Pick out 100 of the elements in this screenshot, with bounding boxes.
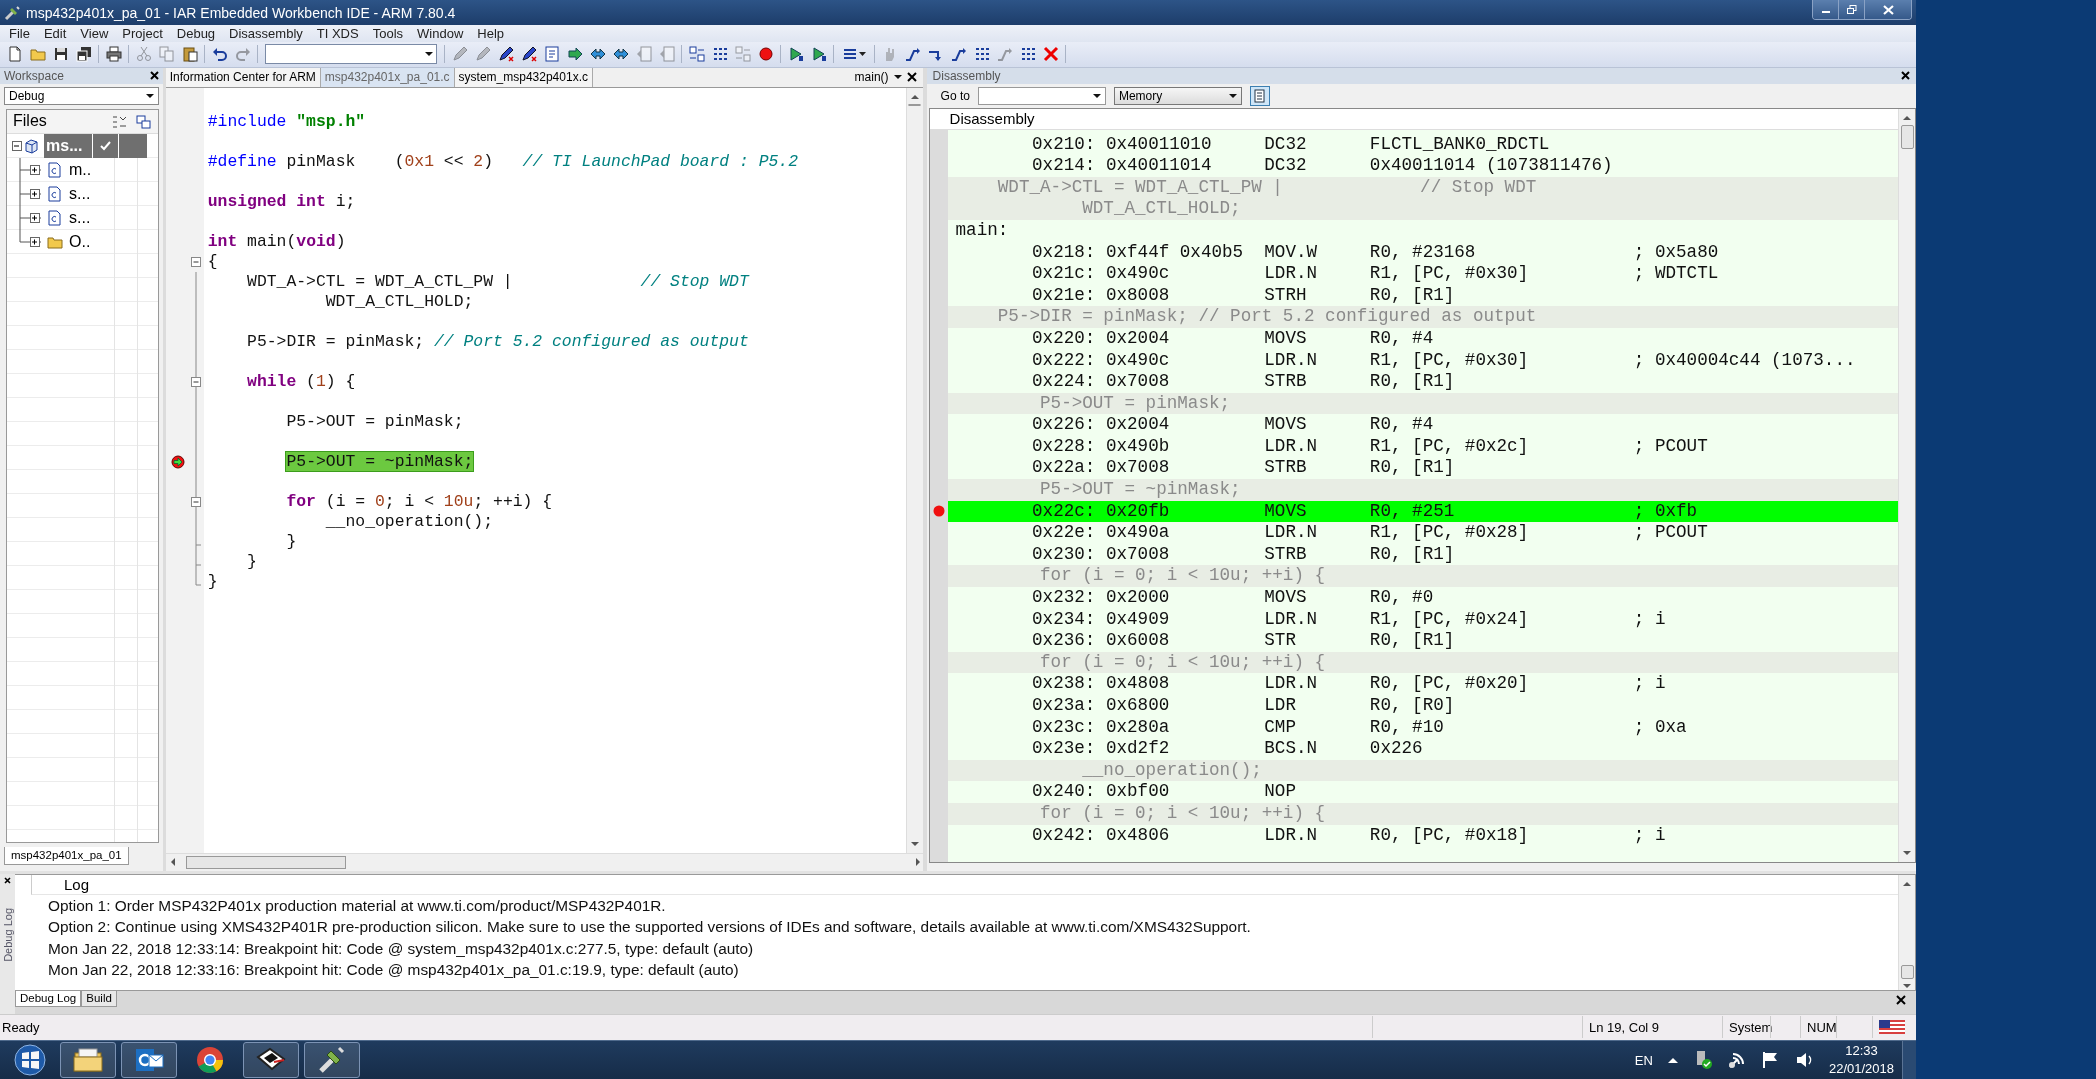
tree-item[interactable]: m.. bbox=[69, 160, 117, 179]
disassembly-row[interactable]: 0x22c: 0x20fb MOVS R0, #251 ; 0xfb bbox=[947, 500, 1898, 523]
mnemonic-text: MOVS bbox=[1264, 587, 1308, 609]
mnemonic-text: STR bbox=[1264, 630, 1297, 652]
tree-item[interactable]: O.. bbox=[69, 232, 117, 251]
minimize-button[interactable] bbox=[1813, 0, 1839, 19]
play-icon bbox=[787, 46, 804, 63]
scrollbar-thumb[interactable] bbox=[1900, 124, 1914, 149]
c-file-icon bbox=[47, 185, 63, 202]
address-text: 0x218: bbox=[1032, 241, 1097, 264]
address-text: 0x23e: bbox=[1032, 738, 1097, 760]
undo-icon bbox=[211, 46, 228, 63]
taskbar-app-button[interactable] bbox=[304, 1042, 360, 1078]
opcode-text: 0x7008 bbox=[1105, 543, 1171, 566]
configuration-dropdown[interactable]: Debug bbox=[4, 86, 159, 105]
address-text: 0x210: bbox=[1032, 133, 1097, 156]
comment-text: ; 0xfb bbox=[1633, 500, 1698, 523]
scrollbar-thumb[interactable] bbox=[908, 103, 922, 106]
mnemonic-text: MOVS bbox=[1264, 327, 1308, 350]
menu-item[interactable]: Project bbox=[115, 26, 170, 42]
address-text: 0x23a: bbox=[1032, 695, 1097, 717]
field-label: Go to bbox=[940, 88, 970, 103]
opcode-text: 0x20fb bbox=[1105, 500, 1171, 523]
opcode-text: 0x7008 bbox=[1105, 457, 1171, 480]
taskbar-app-button[interactable] bbox=[60, 1042, 116, 1078]
grid-icon bbox=[688, 46, 705, 63]
code-line: P5->DIR = pinMask; // Port 5.2 configured as output bbox=[246, 331, 750, 352]
opcode-text: 0x490a bbox=[1105, 522, 1171, 544]
close-button[interactable] bbox=[1865, 0, 1911, 19]
menu-item[interactable]: File bbox=[2, 26, 37, 42]
taskbar-app-button[interactable] bbox=[121, 1042, 177, 1078]
vertical-scrollbar[interactable] bbox=[905, 87, 923, 853]
menu-item[interactable]: Window bbox=[410, 26, 471, 42]
step-arrow-icon bbox=[950, 46, 967, 63]
menu-item[interactable]: TI XDS bbox=[309, 26, 366, 42]
tools-icon bbox=[4, 4, 20, 21]
menu-item[interactable]: Help bbox=[470, 26, 512, 42]
mnemonic-text: LDR.N bbox=[1264, 522, 1319, 544]
panel-title: Disassembly bbox=[932, 68, 1001, 83]
comment-text: ; 0xa bbox=[1633, 716, 1687, 739]
close-icon bbox=[1896, 994, 1906, 1005]
menu-item[interactable]: View bbox=[73, 26, 116, 42]
address-text: 0x232: bbox=[1032, 587, 1097, 609]
mnemonic-text: BCS.N bbox=[1264, 738, 1319, 760]
mnemonic-text: STRH bbox=[1264, 284, 1308, 307]
redo-icon bbox=[234, 46, 251, 63]
restore-button[interactable] bbox=[1839, 0, 1865, 19]
menu-item[interactable]: Tools bbox=[365, 26, 411, 42]
clock-time: 12:33 bbox=[1845, 1042, 1878, 1060]
address-text: 0x220: bbox=[1032, 327, 1097, 350]
code-line: for (i = 0; i < 10u; ++i) { bbox=[285, 491, 554, 512]
flag-icon bbox=[1879, 1020, 1905, 1035]
operands-text: R1, [PC, #0x2c] bbox=[1369, 435, 1530, 458]
options-button[interactable] bbox=[1249, 85, 1270, 106]
opcode-text: 0xf44f 0x40b5 bbox=[1105, 241, 1245, 264]
current-statement: P5->OUT = ~pinMask; bbox=[286, 451, 474, 471]
address-text: 0x240: bbox=[1032, 781, 1097, 803]
mnemonic-text: LDR.N bbox=[1264, 349, 1319, 372]
address-text: 0x234: bbox=[1032, 608, 1097, 631]
operands-text: R0, #251 bbox=[1369, 500, 1456, 523]
operands-text: R0, [R1] bbox=[1369, 543, 1456, 566]
printer-icon bbox=[105, 46, 122, 63]
tree-root-item[interactable]: ms... bbox=[44, 133, 92, 158]
address-text: 0x242: bbox=[1032, 824, 1097, 847]
operands-text: R0, [R1] bbox=[1369, 457, 1456, 480]
menu-item[interactable]: Disassembly bbox=[222, 26, 310, 42]
dots-icon bbox=[973, 46, 990, 63]
menu-item[interactable]: Debug bbox=[169, 26, 223, 42]
cross-icon bbox=[1042, 46, 1059, 63]
goto-field[interactable] bbox=[977, 86, 1106, 105]
code-line: while (1) { bbox=[246, 371, 357, 392]
vertical-scrollbar[interactable] bbox=[1898, 874, 1915, 990]
address-text: 0x226: bbox=[1032, 414, 1097, 436]
workspace-tab[interactable]: msp432p401x_pa_01 bbox=[4, 846, 129, 865]
breakpoint-icon bbox=[757, 46, 774, 63]
tree-item[interactable]: s... bbox=[69, 208, 117, 227]
code-line: unsigned int i; bbox=[207, 191, 357, 212]
scissors-icon bbox=[135, 46, 152, 63]
comment-text: ; 0x5a80 bbox=[1633, 241, 1719, 264]
opcode-text: 0x6800 bbox=[1105, 695, 1171, 717]
taskbar-app-button[interactable] bbox=[243, 1042, 299, 1078]
operands-text: 0x40011014 (1073811476) bbox=[1369, 155, 1614, 177]
page-icon bbox=[1253, 88, 1267, 103]
operands-text: R0, [R0] bbox=[1369, 695, 1456, 717]
caret-icon bbox=[1092, 93, 1101, 98]
scrollbar-thumb[interactable] bbox=[185, 855, 346, 869]
function-dropdown[interactable]: main() bbox=[854, 70, 889, 85]
menu-item[interactable]: Edit bbox=[36, 26, 74, 42]
operands-text: R1, [PC, #0x30] bbox=[1369, 349, 1530, 372]
memory-dropdown[interactable]: Memory bbox=[1113, 86, 1242, 105]
opcode-text: 0x2004 bbox=[1105, 414, 1171, 436]
marker-icon bbox=[497, 46, 514, 63]
scrollbar-thumb[interactable] bbox=[1900, 964, 1914, 979]
comment-text: ; PCOUT bbox=[1633, 435, 1708, 458]
tree-item[interactable]: s... bbox=[69, 184, 117, 203]
language-indicator[interactable]: EN bbox=[1634, 1052, 1653, 1068]
search-dropdown[interactable] bbox=[265, 44, 437, 65]
opcode-text: 0x490c bbox=[1105, 263, 1171, 285]
opcode-text: 0x4806 bbox=[1105, 824, 1171, 847]
vertical-scrollbar[interactable] bbox=[1898, 108, 1915, 862]
